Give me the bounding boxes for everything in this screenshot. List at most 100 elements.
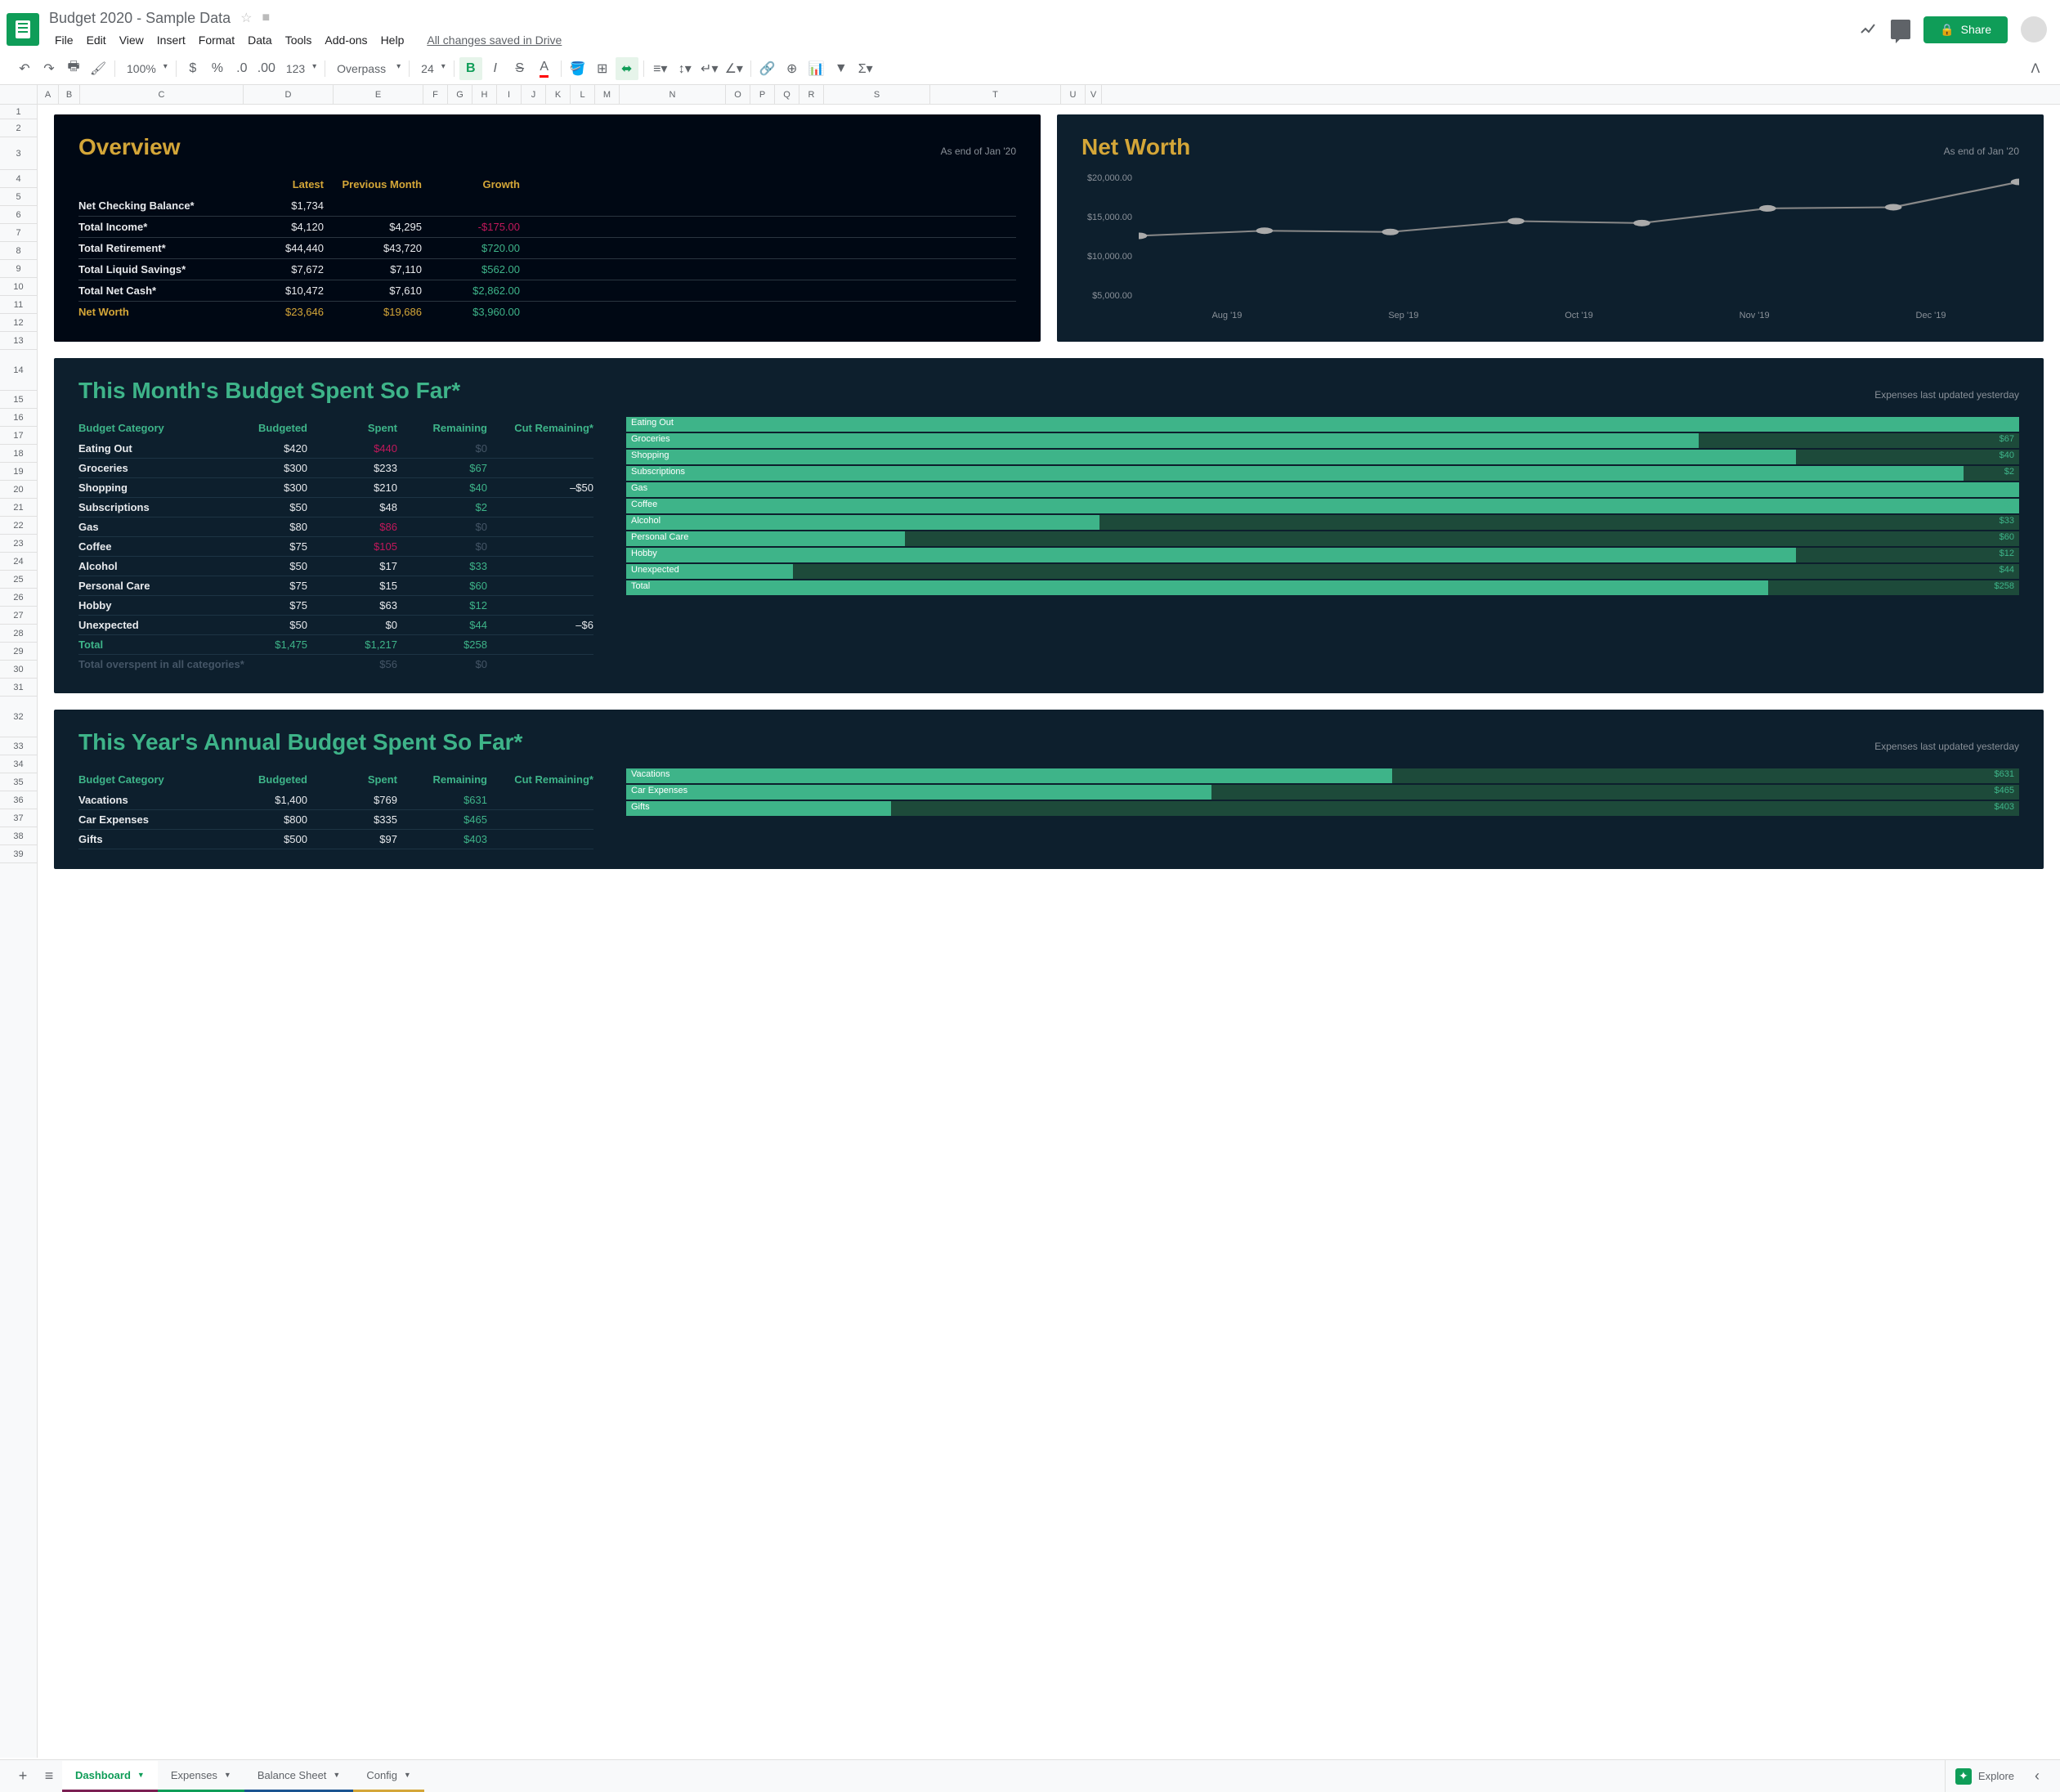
row-header-3[interactable]: 3 bbox=[0, 137, 37, 170]
menu-edit[interactable]: Edit bbox=[81, 30, 112, 50]
row-header-8[interactable]: 8 bbox=[0, 242, 37, 260]
font-size-select[interactable]: 24 bbox=[414, 59, 449, 78]
merge-cells-button[interactable]: ⬌ bbox=[616, 57, 638, 80]
sheet-tab-expenses[interactable]: Expenses▼ bbox=[158, 1761, 244, 1792]
sheet-tab-dashboard[interactable]: Dashboard▼ bbox=[62, 1761, 158, 1792]
bold-button[interactable]: B bbox=[459, 57, 482, 80]
percent-button[interactable]: % bbox=[206, 57, 229, 80]
col-header-M[interactable]: M bbox=[595, 85, 620, 104]
row-header-30[interactable]: 30 bbox=[0, 661, 37, 679]
row-header-31[interactable]: 31 bbox=[0, 679, 37, 697]
row-header-6[interactable]: 6 bbox=[0, 206, 37, 224]
row-header-11[interactable]: 11 bbox=[0, 296, 37, 314]
activity-icon[interactable] bbox=[1858, 20, 1878, 39]
row-header-17[interactable]: 17 bbox=[0, 427, 37, 445]
col-header-C[interactable]: C bbox=[80, 85, 244, 104]
borders-button[interactable]: ⊞ bbox=[591, 57, 614, 80]
row-header-4[interactable]: 4 bbox=[0, 170, 37, 188]
fill-color-button[interactable]: 🪣 bbox=[566, 57, 589, 80]
menu-file[interactable]: File bbox=[49, 30, 79, 50]
row-header-28[interactable]: 28 bbox=[0, 625, 37, 643]
row-header-38[interactable]: 38 bbox=[0, 827, 37, 845]
text-color-button[interactable]: A bbox=[533, 57, 556, 80]
comments-icon[interactable] bbox=[1891, 20, 1910, 39]
add-sheet-button[interactable]: + bbox=[10, 1763, 36, 1790]
row-header-29[interactable]: 29 bbox=[0, 643, 37, 661]
row-header-27[interactable]: 27 bbox=[0, 607, 37, 625]
menu-data[interactable]: Data bbox=[242, 30, 278, 50]
row-header-39[interactable]: 39 bbox=[0, 845, 37, 863]
col-header-D[interactable]: D bbox=[244, 85, 334, 104]
explore-button[interactable]: ✦ Explore bbox=[1945, 1760, 2024, 1792]
print-button[interactable]: 🖶 bbox=[62, 57, 85, 80]
col-header-U[interactable]: U bbox=[1061, 85, 1086, 104]
row-header-12[interactable]: 12 bbox=[0, 314, 37, 332]
collapse-toolbar-button[interactable]: ᐱ bbox=[2024, 57, 2047, 80]
row-header-22[interactable]: 22 bbox=[0, 517, 37, 535]
select-all-cell[interactable] bbox=[0, 85, 38, 104]
menu-add-ons[interactable]: Add-ons bbox=[319, 30, 373, 50]
col-header-I[interactable]: I bbox=[497, 85, 522, 104]
functions-button[interactable]: Σ▾ bbox=[854, 57, 877, 80]
star-icon[interactable]: ☆ bbox=[240, 10, 252, 26]
horizontal-align-button[interactable]: ≡▾ bbox=[649, 57, 672, 80]
insert-chart-button[interactable]: 📊 bbox=[805, 57, 828, 80]
zoom-select[interactable]: 100% bbox=[120, 59, 171, 78]
col-header-F[interactable]: F bbox=[423, 85, 448, 104]
col-header-N[interactable]: N bbox=[620, 85, 726, 104]
decrease-decimals-button[interactable]: .0 bbox=[231, 57, 253, 80]
move-folder-icon[interactable]: ■ bbox=[262, 11, 271, 25]
col-header-O[interactable]: O bbox=[726, 85, 750, 104]
col-header-G[interactable]: G bbox=[448, 85, 472, 104]
col-header-E[interactable]: E bbox=[334, 85, 423, 104]
vertical-align-button[interactable]: ↕▾ bbox=[674, 57, 696, 80]
share-button[interactable]: 🔒Share bbox=[1923, 16, 2008, 43]
font-select[interactable]: Overpass bbox=[330, 59, 404, 78]
row-header-5[interactable]: 5 bbox=[0, 188, 37, 206]
row-header-18[interactable]: 18 bbox=[0, 445, 37, 463]
col-header-J[interactable]: J bbox=[522, 85, 546, 104]
col-header-R[interactable]: R bbox=[799, 85, 824, 104]
sheet-tab-balance-sheet[interactable]: Balance Sheet▼ bbox=[244, 1761, 354, 1792]
row-header-37[interactable]: 37 bbox=[0, 809, 37, 827]
row-header-36[interactable]: 36 bbox=[0, 791, 37, 809]
saved-status[interactable]: All changes saved in Drive bbox=[421, 30, 567, 50]
row-header-33[interactable]: 33 bbox=[0, 737, 37, 755]
account-avatar[interactable] bbox=[2021, 16, 2047, 43]
row-header-9[interactable]: 9 bbox=[0, 260, 37, 278]
row-header-10[interactable]: 10 bbox=[0, 278, 37, 296]
text-rotation-button[interactable]: ∠▾ bbox=[723, 57, 746, 80]
italic-button[interactable]: I bbox=[484, 57, 507, 80]
paint-format-button[interactable]: 🖌 bbox=[87, 57, 110, 80]
undo-button[interactable]: ↶ bbox=[13, 57, 36, 80]
filter-button[interactable]: ▼ bbox=[830, 57, 853, 80]
col-header-T[interactable]: T bbox=[930, 85, 1061, 104]
col-header-Q[interactable]: Q bbox=[775, 85, 799, 104]
col-header-V[interactable]: V bbox=[1086, 85, 1102, 104]
row-header-1[interactable]: 1 bbox=[0, 105, 37, 119]
row-header-19[interactable]: 19 bbox=[0, 463, 37, 481]
col-header-S[interactable]: S bbox=[824, 85, 930, 104]
row-header-21[interactable]: 21 bbox=[0, 499, 37, 517]
spreadsheet-content[interactable]: Overview As end of Jan '20 Latest Previo… bbox=[38, 105, 2060, 1758]
col-header-P[interactable]: P bbox=[750, 85, 775, 104]
text-wrap-button[interactable]: ↵▾ bbox=[698, 57, 721, 80]
row-header-32[interactable]: 32 bbox=[0, 697, 37, 737]
sheet-tab-config[interactable]: Config▼ bbox=[353, 1761, 424, 1792]
row-header-15[interactable]: 15 bbox=[0, 391, 37, 409]
all-sheets-button[interactable]: ≡ bbox=[36, 1763, 62, 1790]
menu-view[interactable]: View bbox=[114, 30, 150, 50]
row-header-25[interactable]: 25 bbox=[0, 571, 37, 589]
menu-tools[interactable]: Tools bbox=[280, 30, 318, 50]
row-header-26[interactable]: 26 bbox=[0, 589, 37, 607]
col-header-A[interactable]: A bbox=[38, 85, 59, 104]
row-header-23[interactable]: 23 bbox=[0, 535, 37, 553]
col-header-B[interactable]: B bbox=[59, 85, 80, 104]
row-header-14[interactable]: 14 bbox=[0, 350, 37, 391]
row-header-7[interactable]: 7 bbox=[0, 224, 37, 242]
col-header-H[interactable]: H bbox=[472, 85, 497, 104]
menu-format[interactable]: Format bbox=[193, 30, 240, 50]
menu-insert[interactable]: Insert bbox=[151, 30, 191, 50]
increase-decimals-button[interactable]: .00 bbox=[255, 57, 278, 80]
row-header-16[interactable]: 16 bbox=[0, 409, 37, 427]
